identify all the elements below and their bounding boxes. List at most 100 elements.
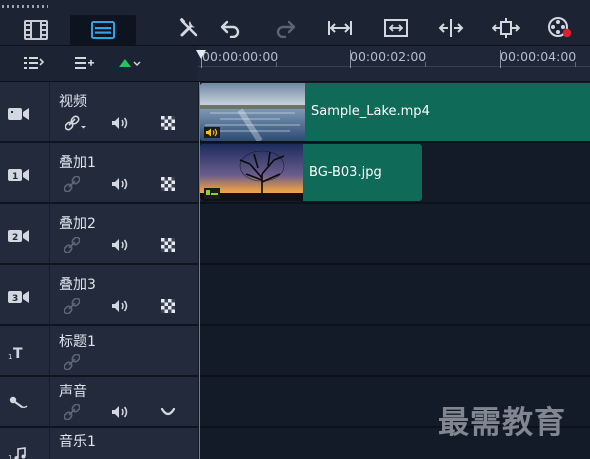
- marker-dropdown-button[interactable]: [116, 54, 142, 74]
- checker-icon[interactable]: [158, 297, 178, 315]
- watermark: 最需教育: [438, 405, 566, 441]
- svg-text:1: 1: [8, 454, 12, 459]
- lane-divider: [198, 263, 590, 265]
- voice-track-icon: [8, 395, 30, 409]
- redo-button[interactable]: [268, 14, 302, 42]
- link-dropdown-icon[interactable]: [64, 114, 88, 132]
- overlay-clip[interactable]: BG-B03.jpg: [200, 144, 422, 201]
- ruler-label: 00:00:02:00: [350, 49, 427, 64]
- svg-text:T: T: [13, 346, 23, 360]
- speaker-icon[interactable]: [110, 175, 130, 193]
- playhead-line[interactable]: [199, 82, 200, 459]
- track-toolbar: [0, 46, 198, 82]
- lane-divider: [198, 202, 590, 204]
- ducking-icon[interactable]: [158, 403, 178, 421]
- split-icon: [438, 18, 464, 38]
- track-name: 音乐1: [59, 434, 96, 450]
- track-icon-cell: 3: [0, 265, 50, 324]
- speaker-icon[interactable]: [110, 297, 130, 315]
- video-clip[interactable]: Sample_Lake.mp4: [200, 83, 590, 141]
- track-header-overlay-3[interactable]: 3 叠加3: [0, 265, 198, 326]
- music-track-icon: 1: [8, 446, 30, 459]
- track-name: 视频: [59, 94, 87, 110]
- audio-indicator-icon: [204, 123, 220, 141]
- checker-icon[interactable]: [158, 236, 178, 254]
- clip-name: BG-B03.jpg: [309, 165, 382, 180]
- marker-dropdown-icon: [117, 55, 141, 74]
- svg-text:1: 1: [12, 172, 18, 182]
- storyboard-view-button[interactable]: [18, 15, 54, 45]
- svg-text:1: 1: [8, 353, 12, 360]
- smart-trim-button[interactable]: [489, 14, 523, 42]
- track-icon-cell: [0, 377, 50, 426]
- track-header-title-1[interactable]: 1 T 标题1: [0, 326, 198, 377]
- track-icon-cell: 1: [0, 143, 50, 202]
- tools-button[interactable]: [172, 14, 206, 42]
- overlay-track-1-icon: 1: [8, 167, 30, 182]
- track-header-video[interactable]: 视频: [0, 82, 198, 143]
- playhead-handle[interactable]: [196, 50, 206, 59]
- overlay-track-3-icon: 3: [8, 289, 30, 304]
- track-icon-cell: 1: [0, 428, 50, 459]
- track-header-voice[interactable]: 声音: [0, 377, 198, 428]
- split-button[interactable]: [434, 14, 468, 42]
- undo-button[interactable]: [214, 14, 248, 42]
- track-icon-cell: 1 T: [0, 326, 50, 375]
- ruler-label: 00:00:04:00: [500, 49, 577, 64]
- track-header-overlay-2[interactable]: 2 叠加2: [0, 204, 198, 265]
- record-capture-icon: [547, 17, 573, 39]
- chapter-points-icon: [75, 55, 95, 74]
- link-icon[interactable]: [62, 297, 82, 315]
- svg-text:2: 2: [12, 233, 18, 243]
- speaker-icon[interactable]: [110, 403, 130, 421]
- speaker-icon[interactable]: [110, 114, 130, 132]
- track-manager-button[interactable]: [21, 54, 47, 74]
- lane-divider: [198, 141, 590, 143]
- ruler-baseline: [198, 66, 590, 67]
- undo-icon: [220, 18, 242, 38]
- track-header-music-1[interactable]: 1 音乐1: [0, 428, 198, 459]
- svg-text:3: 3: [12, 294, 18, 304]
- film-strip-icon: [24, 20, 48, 40]
- timeline-view-button[interactable]: [70, 15, 136, 45]
- time-ruler[interactable]: 00:00:00:00 00:00:02:00 00:00:04:00: [196, 46, 590, 82]
- clip-name: Sample_Lake.mp4: [311, 104, 430, 119]
- project-aspect-icon: [383, 18, 409, 38]
- lane-divider: [198, 375, 590, 377]
- title-track-icon: 1 T: [8, 344, 30, 362]
- speaker-icon[interactable]: [110, 236, 130, 254]
- fit-to-window-button[interactable]: [323, 14, 357, 42]
- track-icon-cell: 2: [0, 204, 50, 263]
- chapter-points-button[interactable]: [72, 54, 98, 74]
- timeline-editor: 00:00:00:00 00:00:02:00 00:00:04:00 视频 1…: [0, 0, 590, 459]
- track-name: 声音: [59, 384, 87, 400]
- track-name: 叠加2: [59, 216, 96, 232]
- link-icon[interactable]: [62, 353, 82, 371]
- image-indicator-icon: [204, 184, 220, 201]
- fit-to-window-icon: [327, 18, 353, 38]
- track-headers: 视频 1 叠加1 2 叠加2 3 叠加3 1 T 标题1 声音 1 音乐1: [0, 82, 198, 459]
- track-name: 叠加1: [59, 155, 96, 171]
- link-icon[interactable]: [62, 403, 82, 421]
- timeline-view-icon: [91, 21, 115, 39]
- redo-icon: [274, 18, 296, 38]
- track-name: 叠加3: [59, 277, 96, 293]
- link-icon[interactable]: [62, 175, 82, 193]
- ruler-label: 00:00:00:00: [202, 49, 279, 64]
- track-name: 标题1: [59, 334, 96, 350]
- lane-divider: [198, 324, 590, 326]
- checker-icon[interactable]: [158, 175, 178, 193]
- track-icon-cell: [0, 82, 50, 141]
- project-aspect-button[interactable]: [379, 14, 413, 42]
- toolbar: [0, 0, 590, 46]
- video-track-icon: [8, 106, 30, 120]
- checker-icon[interactable]: [158, 114, 178, 132]
- link-icon[interactable]: [62, 236, 82, 254]
- track-manager-icon: [24, 55, 45, 74]
- track-header-overlay-1[interactable]: 1 叠加1: [0, 143, 198, 204]
- overlay-track-2-icon: 2: [8, 228, 30, 243]
- tools-icon: [178, 17, 200, 39]
- record-capture-button[interactable]: [543, 14, 577, 42]
- smart-trim-icon: [492, 17, 520, 39]
- toolbar-grip[interactable]: [2, 5, 48, 8]
